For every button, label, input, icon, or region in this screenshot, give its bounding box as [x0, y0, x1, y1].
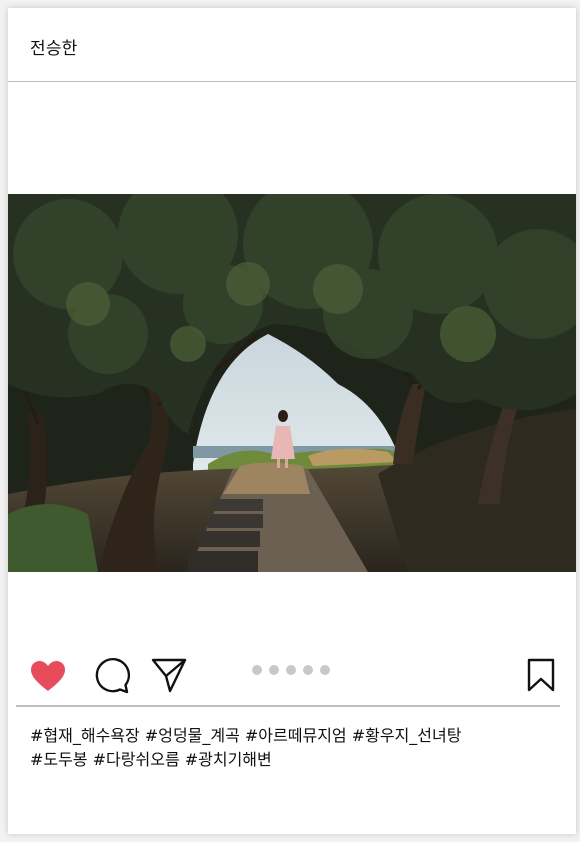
username[interactable]: 전승한: [30, 34, 78, 59]
carousel-dot[interactable]: [252, 665, 262, 675]
comment-icon[interactable]: [92, 656, 130, 694]
caption: #협재_해수욕장 #엉덩물_계곡 #아르떼뮤지엄 #황우지_선녀탕 #도두봉 #…: [30, 724, 550, 772]
post-photo-image: [8, 194, 576, 572]
carousel-dot[interactable]: [286, 665, 296, 675]
caption-hashtags: #협재_해수욕장 #엉덩물_계곡 #아르떼뮤지엄 #황우지_선녀탕: [30, 726, 462, 745]
carousel-dots: [252, 665, 330, 675]
carousel-dot[interactable]: [269, 665, 279, 675]
caption-hashtags: #도두봉 #다랑쉬오름 #광치기해변: [30, 750, 272, 769]
post-card: 전승한 #협재_해수욕장 #엉덩물_계곡 #아르떼뮤지엄 #황우지_선녀탕 #도…: [8, 8, 576, 834]
divider: [16, 705, 560, 707]
action-bar: [8, 648, 576, 704]
post-photo[interactable]: [8, 194, 576, 572]
bookmark-icon[interactable]: [526, 658, 556, 692]
post-header: 전승한: [8, 8, 576, 82]
carousel-dot[interactable]: [320, 665, 330, 675]
carousel-dot[interactable]: [303, 665, 313, 675]
heart-icon[interactable]: [30, 660, 66, 693]
paper-plane-icon[interactable]: [150, 656, 188, 694]
